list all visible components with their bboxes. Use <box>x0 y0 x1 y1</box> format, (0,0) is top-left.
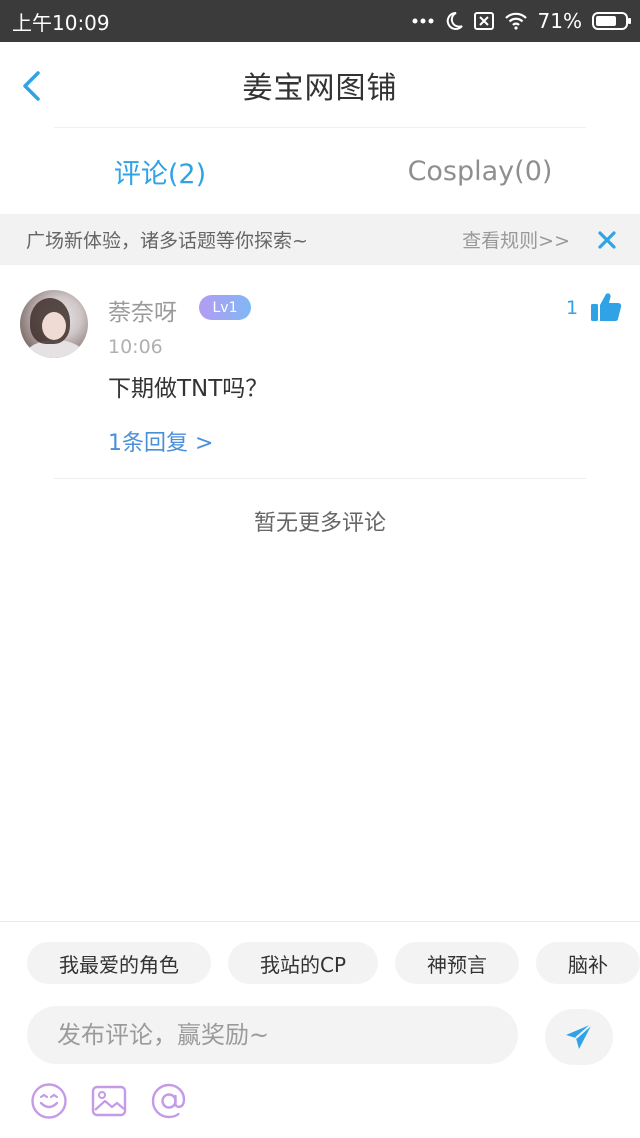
comment-input[interactable] <box>27 1006 518 1064</box>
no-more-comments: 暂无更多评论 <box>253 511 386 536</box>
moon-icon <box>446 11 463 30</box>
status-time: 上午10:09 <box>12 10 110 35</box>
topic-chip[interactable]: 我站的CP <box>228 942 379 984</box>
close-icon[interactable] <box>598 230 616 249</box>
nav-bar: 姜宝网图铺 <box>0 42 640 128</box>
at-icon[interactable] <box>150 1082 188 1120</box>
thumbs-up-icon[interactable] <box>590 291 622 323</box>
battery-fill <box>596 16 616 26</box>
more-dots-icon <box>412 18 434 24</box>
send-button[interactable] <box>545 1009 613 1065</box>
level-badge: Lv1 <box>199 295 251 320</box>
battery-percent: 71% <box>537 9 582 33</box>
status-bar: 上午10:09 71% <box>0 0 640 42</box>
comment-composer: 我最爱的角色 我站的CP 神预言 脑补 <box>0 921 640 1138</box>
topic-chip[interactable]: 我最爱的角色 <box>27 942 211 984</box>
tab-comments[interactable]: 评论(2) <box>0 128 320 214</box>
tab-bar: 评论(2) Cosplay(0) <box>0 128 640 214</box>
divider <box>54 478 586 479</box>
replies-link[interactable]: 1条回复 > <box>108 425 213 457</box>
image-icon[interactable] <box>90 1082 128 1120</box>
rules-link[interactable]: 查看规则>> <box>462 226 570 253</box>
comment-content: 下期做TNT吗？ <box>108 376 269 402</box>
like-count: 1 <box>566 297 579 319</box>
comment-time: 10:06 <box>108 336 163 358</box>
comment-item: 萘奈呀 Lv1 10:06 下期做TNT吗？ 1条回复 > 1 <box>0 265 640 479</box>
status-icons: 71% <box>412 9 631 33</box>
send-icon <box>566 1023 593 1049</box>
page-title: 姜宝网图铺 <box>242 71 398 106</box>
no-sim-icon <box>473 12 494 30</box>
avatar[interactable] <box>20 290 88 358</box>
topic-chip[interactable]: 脑补 <box>536 942 640 984</box>
chevron-left-icon[interactable] <box>18 70 48 102</box>
topic-chips: 我最爱的角色 我站的CP 神预言 脑补 <box>27 942 640 984</box>
notice-text: 广场新体验，诸多话题等你探索~ <box>26 230 308 252</box>
tab-cosplay[interactable]: Cosplay(0) <box>320 128 640 214</box>
topic-chip[interactable]: 神预言 <box>395 942 520 984</box>
notice-bar: 广场新体验，诸多话题等你探索~ 查看规则>> <box>0 214 640 265</box>
comment-username[interactable]: 萘奈呀 <box>108 293 177 327</box>
wifi-icon <box>504 12 527 30</box>
battery-icon <box>592 12 631 30</box>
composer-tools <box>30 1082 188 1120</box>
emoji-icon[interactable] <box>30 1082 68 1120</box>
